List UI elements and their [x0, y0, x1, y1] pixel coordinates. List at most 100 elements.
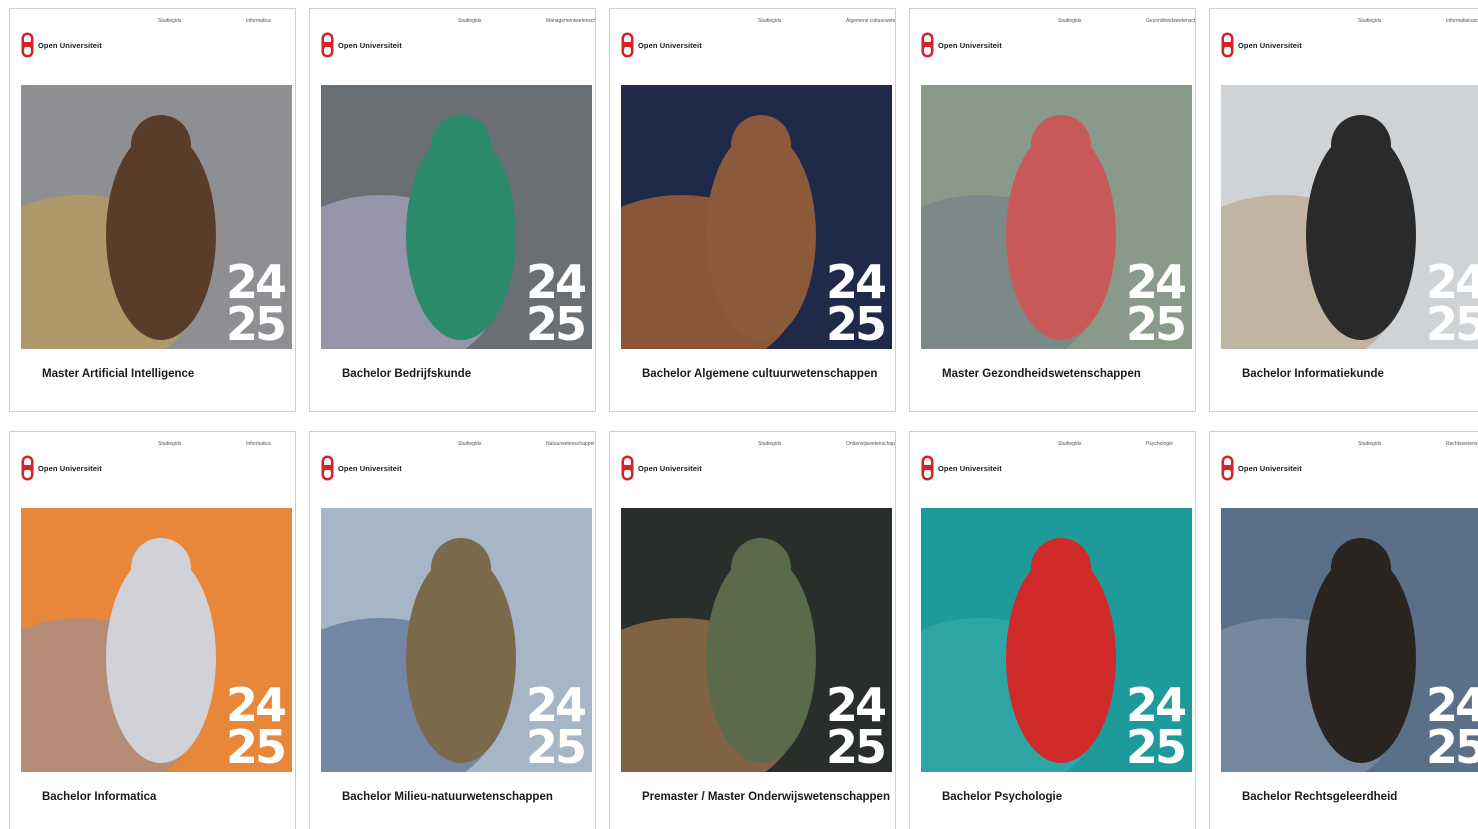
meta-guide-label: Studiegids — [158, 441, 182, 447]
year-bottom: 25 — [225, 720, 287, 772]
meta-guide-label: Studiegids — [1058, 18, 1082, 24]
meta-guide-label: Studiegids — [1358, 441, 1382, 447]
cover-photo: 24 25 — [921, 508, 1192, 772]
brochure-card-woman-hat-whiteboard[interactable]: Studiegids Informatiekunde Open Universi… — [1209, 8, 1478, 412]
ou-logo: Open Universiteit — [921, 31, 1002, 59]
brochure-card-woman-face-scan[interactable]: Studiegids Informatica Open Universiteit — [9, 8, 296, 412]
brochure-card-raised-hands[interactable]: Studiegids Onderwijswetenschappen Open U… — [609, 431, 896, 829]
year-bottom: 25 — [1125, 297, 1187, 349]
year-badge: 24 25 — [525, 682, 587, 772]
year-badge: 24 25 — [1125, 682, 1187, 772]
year-badge: 24 25 — [1426, 682, 1478, 770]
year-bottom: 25 — [1425, 297, 1478, 349]
brochure-card-night-street-light-trails[interactable]: Studiegids Algemene cultuurwetenschappen… — [609, 8, 896, 412]
cover-photo: 24 25 — [21, 85, 292, 349]
ou-logo-icon — [1221, 32, 1234, 58]
card-meta: Studiegids Managementwetenschappen — [310, 18, 595, 28]
ou-logo: Open Universiteit — [321, 31, 402, 59]
year-bottom: 25 — [825, 297, 887, 349]
ou-logo-icon — [321, 455, 334, 481]
program-title: Bachelor Milieu-natuurwetenschappen — [342, 791, 553, 803]
program-title: Premaster / Master Onderwijswetenschappe… — [642, 791, 890, 803]
meta-guide-label: Studiegids — [1058, 441, 1082, 447]
year-badge: 24 25 — [225, 259, 287, 349]
card-meta: Studiegids Algemene cultuurwetenschappen — [610, 18, 895, 28]
card-meta: Studiegids Psychologie — [910, 441, 1195, 451]
card-meta: Studiegids Natuurwetenschappen — [310, 441, 595, 451]
ou-logo-text: Open Universiteit — [38, 463, 102, 473]
brochure-card-woman-coffee-blazer[interactable]: Studiegids Managementwetenschappen Open … — [309, 8, 596, 412]
ou-logo-text: Open Universiteit — [1238, 463, 1302, 473]
ou-logo-icon — [621, 32, 634, 58]
ou-logo: Open Universiteit — [321, 454, 402, 482]
meta-faculty-label: Onderwijswetenschappen — [846, 441, 895, 447]
card-meta: Studiegids Rechtswetenschappen — [1210, 441, 1478, 451]
meta-guide-label: Studiegids — [1358, 18, 1382, 24]
meta-faculty-label: Managementwetenschappen — [546, 18, 595, 24]
meta-guide-label: Studiegids — [458, 441, 482, 447]
brochure-card-women-water-field[interactable]: Studiegids Natuurwetenschappen Open Univ… — [309, 431, 596, 829]
ou-logo: Open Universiteit — [621, 454, 702, 482]
ou-logo-text: Open Universiteit — [638, 463, 702, 473]
cover-photo: 24 25 — [321, 85, 592, 349]
cover-photo: 24 25 — [921, 85, 1192, 349]
cover-photo: 24 25 — [21, 508, 292, 772]
year-badge: 24 25 — [1125, 259, 1187, 349]
year-bottom: 25 — [1125, 720, 1187, 772]
year-bottom: 25 — [825, 720, 887, 772]
year-badge: 24 25 — [525, 259, 587, 349]
meta-faculty-label: Informatica — [246, 441, 271, 447]
year-bottom: 25 — [525, 297, 587, 349]
meta-faculty-label: Informatiekunde — [1446, 18, 1478, 24]
brochure-grid: Studiegids Informatica Open Universiteit — [0, 0, 1478, 829]
year-badge: 24 25 — [825, 682, 887, 772]
year-bottom: 25 — [525, 720, 587, 772]
brochure-card-swimmer-turquoise-water[interactable]: Studiegids Psychologie Open Universiteit — [909, 431, 1196, 829]
cover-photo: 24 25 — [1221, 85, 1478, 349]
meta-guide-label: Studiegids — [158, 18, 182, 24]
ou-logo-text: Open Universiteit — [1238, 40, 1302, 50]
ou-logo-text: Open Universiteit — [638, 40, 702, 50]
program-title: Bachelor Informatiekunde — [1242, 368, 1384, 380]
ou-logo: Open Universiteit — [21, 454, 102, 482]
year-bottom: 25 — [225, 297, 287, 349]
brochure-card-man-vr-egg-chair[interactable]: Studiegids Informatica Open Universiteit — [9, 431, 296, 829]
ou-logo-icon — [921, 32, 934, 58]
meta-faculty-label: Psychologie — [1146, 441, 1173, 447]
program-title: Master Artificial Intelligence — [42, 368, 195, 380]
card-meta: Studiegids Gezondheidswetenschappen — [910, 18, 1195, 28]
program-title: Master Gezondheidswetenschappen — [942, 368, 1141, 380]
ou-logo-icon — [21, 455, 34, 481]
cover-photo: 24 25 — [321, 508, 592, 772]
card-meta: Studiegids Informatica — [10, 18, 295, 28]
card-meta: Studiegids Informatiekunde — [1210, 18, 1478, 28]
ou-logo-text: Open Universiteit — [338, 40, 402, 50]
ou-logo: Open Universiteit — [1221, 31, 1302, 59]
card-meta: Studiegids Informatica — [10, 441, 295, 451]
cover-photo: 24 25 — [621, 508, 892, 772]
brochure-card-runners-street[interactable]: Studiegids Gezondheidswetenschappen Open… — [909, 8, 1196, 412]
meta-guide-label: Studiegids — [458, 18, 482, 24]
program-title: Bachelor Bedrijfskunde — [342, 368, 472, 380]
cover-photo: 24 25 — [621, 85, 892, 349]
ou-logo-text: Open Universiteit — [38, 40, 102, 50]
ou-logo-icon — [1221, 455, 1234, 481]
ou-logo-text: Open Universiteit — [338, 463, 402, 473]
brochure-card-woman-arms-crossed-city[interactable]: Studiegids Rechtswetenschappen Open Univ… — [1209, 431, 1478, 829]
ou-logo: Open Universiteit — [21, 31, 102, 59]
ou-logo: Open Universiteit — [1221, 454, 1302, 482]
cover-photo: 24 25 — [1221, 508, 1478, 772]
meta-guide-label: Studiegids — [758, 18, 782, 24]
ou-logo-text: Open Universiteit — [938, 463, 1002, 473]
ou-logo: Open Universiteit — [921, 454, 1002, 482]
ou-logo-icon — [321, 32, 334, 58]
ou-logo-icon — [21, 32, 34, 58]
ou-logo-icon — [621, 455, 634, 481]
ou-logo: Open Universiteit — [621, 31, 702, 59]
meta-faculty-label: Informatica — [246, 18, 271, 24]
year-badge: 24 25 — [825, 259, 887, 349]
year-badge: 24 25 — [1425, 259, 1478, 349]
program-title: Bachelor Algemene cultuurwetenschappen — [642, 368, 878, 380]
program-title: Bachelor Psychologie — [942, 791, 1063, 803]
year-badge: 24 25 — [225, 682, 287, 772]
